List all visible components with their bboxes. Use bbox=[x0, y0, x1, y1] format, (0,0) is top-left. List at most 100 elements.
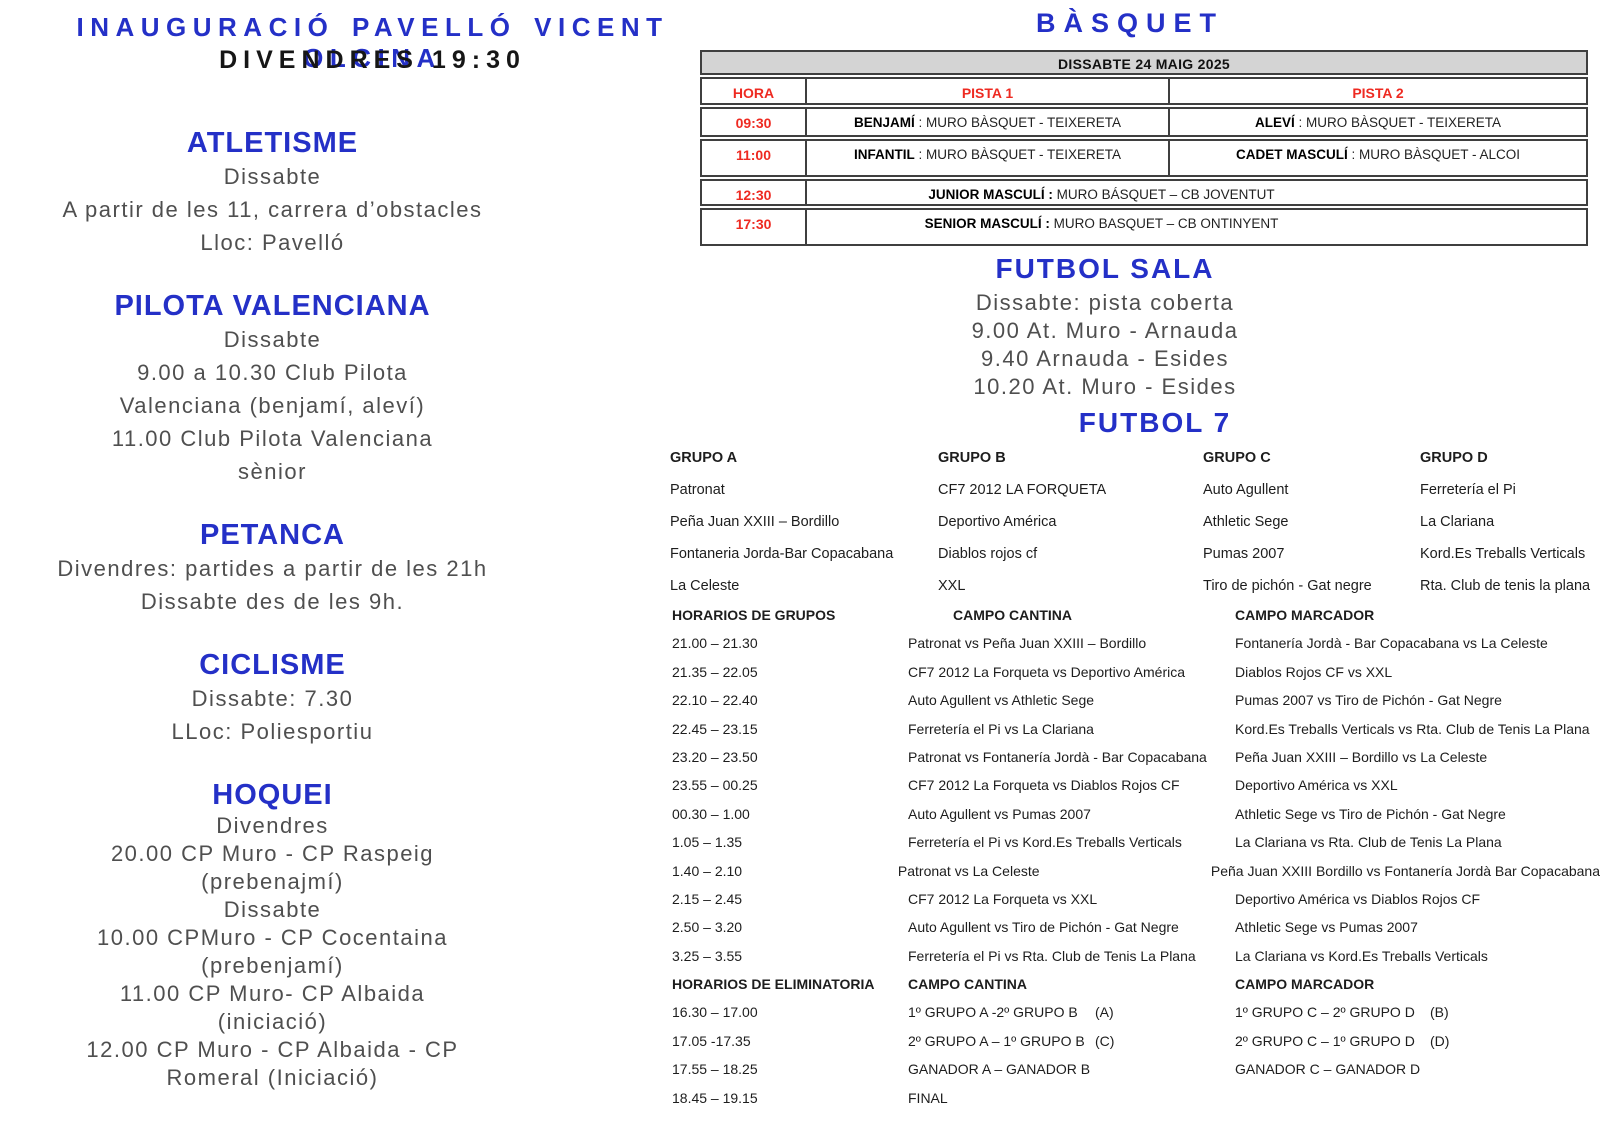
marcador-match: 1º GRUPO C – 2º GRUPO D (B) bbox=[1235, 1004, 1600, 1032]
group-name: GRUPO C bbox=[1203, 450, 1420, 482]
bracket-tag: (A) bbox=[1095, 1004, 1114, 1020]
group-name: GRUPO A bbox=[670, 450, 938, 482]
team-name: Fontaneria Jorda-Bar Copacabana bbox=[670, 546, 938, 578]
futbol-sala-line: 9.40 Arnauda - Esides bbox=[830, 345, 1380, 373]
cantina-match: GANADOR A – GANADOR B bbox=[908, 1061, 1235, 1089]
bracket-tag: (B) bbox=[1430, 1004, 1449, 1020]
team-name: CF7 2012 LA FORQUETA bbox=[938, 482, 1203, 514]
section-line: (prebenajmí) bbox=[0, 868, 545, 896]
section-line: Valenciana (benjamí, aleví) bbox=[0, 389, 545, 422]
time-slot: 2.50 – 3.20 bbox=[672, 919, 908, 947]
basquet-heading: BÀSQUET bbox=[880, 8, 1380, 39]
match-category: BENJAMÍ bbox=[854, 115, 915, 130]
section-line: LLoc: Poliesportiu bbox=[0, 715, 545, 748]
futbol-sala-line: 10.20 At. Muro - Esides bbox=[830, 373, 1380, 401]
schedule-row: 1.05 – 1.35Ferretería el Pi vs Kord.Es T… bbox=[672, 834, 1600, 862]
elimination-row: 18.45 – 19.15FINAL bbox=[672, 1090, 1600, 1118]
time-slot: 21.35 – 22.05 bbox=[672, 664, 908, 692]
section-heading: ATLETISME bbox=[0, 126, 545, 160]
hora-cell: 17:30 bbox=[702, 210, 807, 244]
team-name: Peña Juan XXIII – Bordillo bbox=[670, 514, 938, 546]
marcador-match: Fontanería Jordà - Bar Copacabana vs La … bbox=[1235, 635, 1600, 663]
cantina-match: Auto Agullent vs Tiro de Pichón - Gat Ne… bbox=[908, 919, 1235, 947]
bracket-tag: (D) bbox=[1430, 1033, 1449, 1049]
team-name: Deportivo América bbox=[938, 514, 1203, 546]
section-heading: PETANCA bbox=[0, 518, 545, 552]
futbol7-heading: FUTBOL 7 bbox=[880, 407, 1430, 439]
cantina-match: 2º GRUPO A – 1º GRUPO B(C) bbox=[908, 1033, 1235, 1061]
futbol7-schedule: HORARIOS DE GRUPOSCAMPO CANTINACAMPO MAR… bbox=[672, 607, 1600, 1118]
section-ciclisme: CICLISMEDissabte: 7.30LLoc: Poliesportiu bbox=[0, 648, 545, 748]
time-slot: 1.40 – 2.10 bbox=[672, 863, 898, 891]
cantina-match: CF7 2012 La Forqueta vs Deportivo Améric… bbox=[908, 664, 1235, 692]
schedule-row: 22.10 – 22.40Auto Agullent vs Athletic S… bbox=[672, 692, 1600, 720]
match-cell: JUNIOR MASCULÍ : MURO BÁSQUET – CB JOVEN… bbox=[807, 181, 1586, 204]
marcador-match bbox=[1235, 1090, 1600, 1118]
match-label: 2º GRUPO A – 1º GRUPO B bbox=[908, 1033, 1085, 1049]
team-name: Pumas 2007 bbox=[1203, 546, 1420, 578]
pista1-column-header: PISTA 1 bbox=[807, 79, 1170, 103]
sport-sections: ATLETISMEDissabteA partir de les 11, car… bbox=[0, 126, 545, 1122]
pista2-column-header: PISTA 2 bbox=[1170, 79, 1586, 103]
time-slot: 17.55 – 18.25 bbox=[672, 1061, 908, 1089]
time-slot: 23.55 – 00.25 bbox=[672, 777, 908, 805]
futbol-sala-lines: Dissabte: pista coberta9.00 At. Muro - A… bbox=[830, 289, 1380, 401]
section-atletisme: ATLETISMEDissabteA partir de les 11, car… bbox=[0, 126, 545, 259]
cantina-match: Patronat vs Fontanería Jordà - Bar Copac… bbox=[908, 749, 1235, 777]
match-label: 1º GRUPO C – 2º GRUPO D bbox=[1235, 1004, 1415, 1020]
match-teams: MURO BASQUET – CB ONTINYENT bbox=[1050, 216, 1279, 231]
futbol-sala-line: 9.00 At. Muro - Arnauda bbox=[830, 317, 1380, 345]
match-teams: : MURO BÀSQUET - TEIXERETA bbox=[915, 115, 1121, 130]
pista2-match-cell: CADET MASCULÍ : MURO BÀSQUET - ALCOI bbox=[1170, 141, 1586, 175]
marcador-match: La Clariana vs Kord.Es Treballs Vertical… bbox=[1235, 948, 1600, 976]
futbol-sala-heading: FUTBOL SALA bbox=[830, 253, 1380, 285]
marcador-match: GANADOR C – GANADOR D bbox=[1235, 1061, 1600, 1089]
match-teams: : MURO BÀSQUET - ALCOI bbox=[1348, 147, 1520, 162]
schedule-row: 00.30 – 1.00Auto Agullent vs Pumas 2007A… bbox=[672, 806, 1600, 834]
schedule-row: 23.55 – 00.25CF7 2012 La Forqueta vs Dia… bbox=[672, 777, 1600, 805]
section-line: sènior bbox=[0, 455, 545, 488]
section-line: Divendres: partides a partir de les 21h bbox=[0, 552, 545, 585]
match-teams: MURO BÁSQUET – CB JOVENTUT bbox=[1053, 187, 1275, 202]
marcador-match: La Clariana vs Rta. Club de Tenis La Pla… bbox=[1235, 834, 1600, 862]
team-name: XXL bbox=[938, 578, 1203, 610]
time-slot: 2.15 – 2.45 bbox=[672, 891, 908, 919]
team-name: Athletic Sege bbox=[1203, 514, 1420, 546]
table-row: 12:30JUNIOR MASCULÍ : MURO BÁSQUET – CB … bbox=[700, 179, 1588, 206]
team-name: Kord.Es Treballs Verticals bbox=[1420, 546, 1598, 578]
schedule-row: 2.50 – 3.20Auto Agullent vs Tiro de Pich… bbox=[672, 919, 1600, 947]
basquet-schedule-table: DISSABTE 24 MAIG 2025HORAPISTA 1PISTA 20… bbox=[700, 50, 1588, 248]
hora-cell: 11:00 bbox=[702, 141, 807, 175]
marcador-match: 2º GRUPO C – 1º GRUPO D(D) bbox=[1235, 1033, 1600, 1061]
section-heading: PILOTA VALENCIANA bbox=[0, 289, 545, 323]
campo-marcador-header: CAMPO MARCADOR bbox=[1235, 976, 1600, 1004]
schedule-row: 23.20 – 23.50Patronat vs Fontanería Jord… bbox=[672, 749, 1600, 777]
cantina-match: Ferretería el Pi vs La Clariana bbox=[908, 721, 1235, 749]
cantina-match: Patronat vs Peña Juan XXIII – Bordillo bbox=[908, 635, 1235, 663]
elimination-row: 17.55 – 18.25GANADOR A – GANADOR BGANADO… bbox=[672, 1061, 1600, 1089]
hora-cell: 09:30 bbox=[702, 109, 807, 135]
campo-cantina-header: CAMPO CANTINA bbox=[908, 976, 1235, 1004]
match-teams: : MURO BÀSQUET - TEIXERETA bbox=[915, 147, 1121, 162]
cantina-match: 1º GRUPO A -2º GRUPO B(A) bbox=[908, 1004, 1235, 1032]
cantina-match: FINAL bbox=[908, 1090, 1235, 1118]
match-cell: SENIOR MASCULÍ : MURO BASQUET – CB ONTIN… bbox=[807, 210, 1586, 244]
team-name: Auto Agullent bbox=[1203, 482, 1420, 514]
schedule-title: HORARIOS DE GRUPOS bbox=[672, 607, 908, 635]
time-slot: 18.45 – 19.15 bbox=[672, 1090, 908, 1118]
section-line: Dissabte: 7.30 bbox=[0, 682, 545, 715]
section-line: Dissabte des de les 9h. bbox=[0, 585, 545, 618]
elimination-row: 17.05 -17.352º GRUPO A – 1º GRUPO B(C)2º… bbox=[672, 1033, 1600, 1061]
section-line: Divendres bbox=[0, 812, 545, 840]
section-heading: HOQUEI bbox=[0, 778, 545, 812]
schedule-row: 2.15 – 2.45CF7 2012 La Forqueta vs XXLDe… bbox=[672, 891, 1600, 919]
schedule-header-row: HORARIOS DE GRUPOSCAMPO CANTINACAMPO MAR… bbox=[672, 607, 1600, 635]
marcador-match: Athletic Sege vs Pumas 2007 bbox=[1235, 919, 1600, 947]
schedule-title: HORARIOS DE ELIMINATORIA bbox=[672, 976, 908, 1004]
group-column: GRUPO APatronatPeña Juan XXIII – Bordill… bbox=[670, 450, 938, 610]
futbol-sala-line: Dissabte: pista coberta bbox=[830, 289, 1380, 317]
section-line: Romeral (Iniciació) bbox=[0, 1064, 545, 1092]
campo-cantina-header: CAMPO CANTINA bbox=[908, 607, 1235, 635]
time-slot: 3.25 – 3.55 bbox=[672, 948, 908, 976]
section-petanca: PETANCADivendres: partides a partir de l… bbox=[0, 518, 545, 618]
